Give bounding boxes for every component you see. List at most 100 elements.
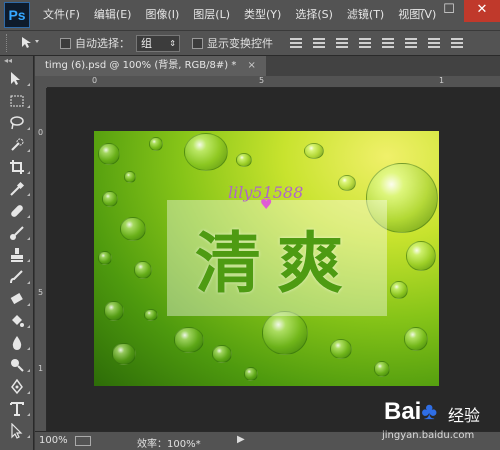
canvas-area[interactable]: 清爽 lily51588 ♥ [47, 88, 500, 431]
auto-select-dropdown[interactable]: 组 ⇕ [136, 34, 180, 52]
paw-icon: ♣ [421, 398, 438, 425]
restore-button[interactable]: ☐ [434, 0, 464, 22]
water-drop [406, 241, 436, 271]
dropdown-arrow-icon: ⇕ [169, 38, 176, 48]
document-tab[interactable]: timg (6).psd @ 100% (背景, RGB/8#) * × [35, 56, 266, 76]
show-transform-checkbox[interactable] [192, 37, 203, 49]
type-tool-icon[interactable] [0, 398, 34, 420]
water-drop [262, 311, 308, 355]
menu-layer[interactable]: 图层(L) [186, 0, 237, 30]
healing-brush-tool-icon[interactable] [0, 200, 34, 222]
baidu-logo: Bai♣ [384, 398, 437, 426]
jingyan-text: 经验 [448, 406, 481, 425]
photoshop-window: Ps 文件(F) 编辑(E) 图像(I) 图层(L) 类型(Y) 选择(S) 滤… [0, 0, 500, 450]
distribute-vcenter-icon[interactable] [448, 36, 466, 50]
tools-panel: ◂◂ [0, 56, 34, 450]
water-drop [236, 153, 252, 167]
history-brush-tool-icon[interactable] [0, 266, 34, 288]
water-drop [174, 327, 204, 353]
water-drop [212, 345, 232, 363]
ruler-left-label: 1 [38, 364, 44, 373]
align-left-icon[interactable] [356, 36, 374, 50]
eraser-tool-icon[interactable] [0, 288, 34, 310]
document-tab-title: timg (6).psd @ 100% (背景, RGB/8#) * [45, 60, 237, 71]
tab-close-icon[interactable]: × [248, 60, 256, 71]
water-drop [330, 339, 352, 359]
close-button[interactable]: ✕ [464, 0, 500, 22]
eyedropper-tool-icon[interactable] [0, 178, 34, 200]
ruler-top-label: 1 [439, 76, 445, 85]
ruler-left-label: 0 [38, 128, 44, 137]
distribute-top-icon[interactable] [425, 36, 443, 50]
blur-tool-icon[interactable] [0, 332, 34, 354]
stamp-tool-icon[interactable] [0, 244, 34, 266]
quick-select-tool-icon[interactable] [0, 134, 34, 156]
water-drop [124, 171, 136, 183]
water-drop [304, 143, 324, 159]
show-transform-label: 显示变换控件 [207, 37, 273, 50]
menu-type[interactable]: 类型(Y) [237, 0, 288, 30]
options-bar: 自动选择： 组 ⇕ 显示变换控件 [0, 30, 500, 56]
crop-tool-icon[interactable] [0, 156, 34, 178]
water-drop [144, 309, 158, 321]
heart-icon: ♥ [260, 197, 273, 213]
collapse-icon[interactable]: ◂◂ [0, 56, 33, 68]
ruler-corner[interactable] [35, 76, 47, 88]
water-drop [112, 343, 136, 365]
document-canvas[interactable]: 清爽 lily51588 ♥ [94, 131, 439, 386]
menu-image[interactable]: 图像(I) [138, 0, 186, 30]
auto-select-label: 自动选择： [75, 37, 130, 50]
lasso-tool-icon[interactable] [0, 112, 34, 134]
paint-bucket-tool-icon[interactable] [0, 310, 34, 332]
menu-select[interactable]: 选择(S) [288, 0, 340, 30]
path-selection-tool-icon[interactable] [0, 420, 34, 442]
move-tool-icon[interactable] [0, 68, 34, 90]
document-tab-bar: timg (6).psd @ 100% (背景, RGB/8#) * × [35, 56, 500, 76]
menu-edit[interactable]: 编辑(E) [87, 0, 139, 30]
efficiency-readout: 效率：100%* [137, 439, 201, 450]
minimize-button[interactable]: — [404, 0, 434, 22]
water-drop [102, 191, 118, 207]
align-icons-group [287, 36, 471, 50]
water-drop [120, 217, 146, 241]
water-drop [104, 301, 124, 321]
ruler-left[interactable]: 0 5 1 [35, 88, 47, 431]
align-vcenter-icon[interactable] [310, 36, 328, 50]
align-bottom-icon[interactable] [333, 36, 351, 50]
align-right-icon[interactable] [402, 36, 420, 50]
zoom-level[interactable]: 100% [39, 435, 68, 446]
water-drop [134, 261, 152, 279]
water-drop [184, 133, 228, 171]
document-info-icon[interactable] [75, 436, 91, 446]
water-drop [374, 361, 390, 377]
pen-tool-icon[interactable] [0, 376, 34, 398]
water-drop [98, 251, 112, 265]
auto-select-checkbox[interactable] [60, 37, 71, 49]
water-drop [338, 175, 356, 191]
water-drop [98, 143, 120, 165]
menu-file[interactable]: 文件(F) [36, 0, 87, 30]
baidu-logo-text: Bai [384, 398, 422, 425]
options-grip[interactable] [6, 34, 10, 52]
move-tool-preset-icon[interactable] [20, 35, 50, 52]
align-hcenter-icon[interactable] [379, 36, 397, 50]
dodge-tool-icon[interactable] [0, 354, 34, 376]
ruler-top-label: 0 [92, 76, 98, 85]
status-menu-arrow-icon[interactable]: ▶ [237, 434, 245, 445]
watermark-url: jingyan.baidu.com [382, 430, 475, 441]
photoshop-logo: Ps [4, 2, 30, 28]
menu-filter[interactable]: 滤镜(T) [340, 0, 391, 30]
brush-tool-icon[interactable] [0, 222, 34, 244]
ruler-top[interactable]: 0 5 1 [47, 76, 500, 88]
ruler-top-label: 5 [259, 76, 265, 85]
text-banner: 清爽 [167, 200, 387, 316]
water-drop [244, 367, 258, 381]
water-drop [149, 137, 163, 151]
water-drop [390, 281, 408, 299]
baidu-jingyan-watermark: Bai♣ 经验 jingyan.baidu.com [372, 398, 498, 448]
marquee-tool-icon[interactable] [0, 90, 34, 112]
align-top-icon[interactable] [287, 36, 305, 50]
ruler-left-label: 5 [38, 288, 44, 297]
menu-bar: Ps 文件(F) 编辑(E) 图像(I) 图层(L) 类型(Y) 选择(S) 滤… [0, 0, 500, 30]
banner-text: 清爽 [195, 225, 359, 302]
